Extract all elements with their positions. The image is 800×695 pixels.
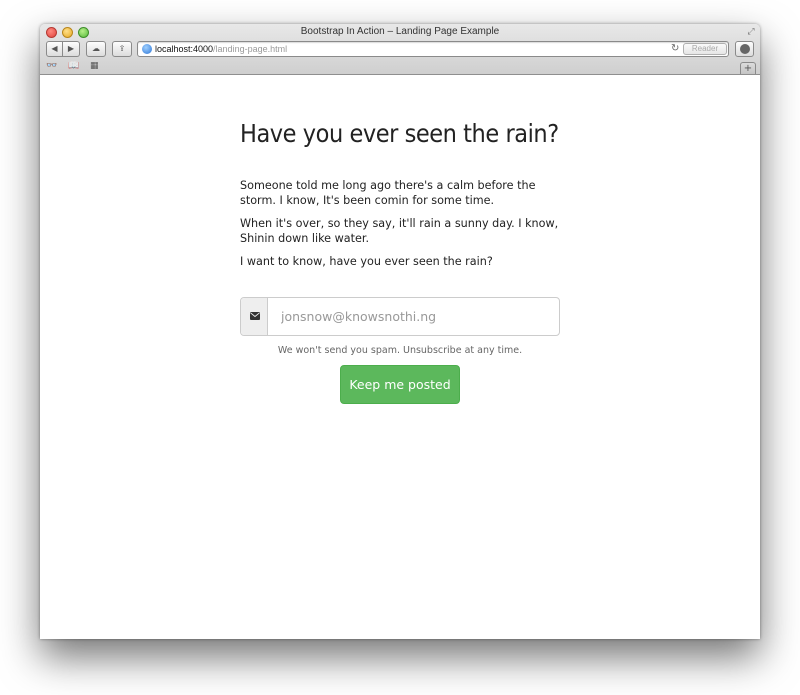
address-text[interactable]: localhost:4000/landing-page.html	[155, 43, 287, 55]
icloud-tabs-button[interactable]: ☁	[86, 41, 106, 57]
reading-list-icon[interactable]: 👓	[46, 60, 57, 72]
download-icon	[739, 44, 750, 54]
browser-toolbar: ◀ ▶ ☁ ⇪ localhost:4000/landing-page.html…	[40, 41, 760, 60]
email-input[interactable]	[269, 298, 559, 335]
reader-button[interactable]: Reader	[683, 43, 727, 55]
new-tab-icon[interactable]: +	[740, 62, 756, 74]
cloud-icon: ☁	[92, 44, 100, 53]
top-sites-icon[interactable]: ▦	[90, 60, 99, 72]
bookmarks-icon[interactable]: 📖	[68, 60, 79, 72]
browser-window: Bootstrap In Action – Landing Page Examp…	[40, 24, 760, 639]
fullscreen-icon[interactable]: ⤢	[746, 27, 756, 37]
downloads-button[interactable]	[735, 41, 754, 57]
address-bar[interactable]: localhost:4000/landing-page.html ↻ Reade…	[137, 41, 729, 57]
email-addon	[241, 298, 268, 335]
forward-arrow-icon: ▶	[67, 44, 75, 53]
url-path: /landing-page.html	[213, 44, 288, 54]
lyric-paragraph-1: Someone told me long ago there's a calm …	[240, 179, 536, 207]
email-input-group	[240, 297, 560, 336]
window-title: Bootstrap In Action – Landing Page Examp…	[300, 26, 500, 37]
back-button[interactable]: ◀	[46, 41, 63, 57]
lyric-paragraph-2: When it's over, so they say, it'll rain …	[240, 217, 559, 245]
title-bar: Bootstrap In Action – Landing Page Examp…	[40, 24, 760, 41]
bookmarks-bar: 👓 📖 ▦ +	[40, 60, 760, 74]
share-button[interactable]: ⇪	[112, 41, 132, 57]
browser-chrome: Bootstrap In Action – Landing Page Examp…	[40, 24, 760, 75]
reload-icon[interactable]: ↻	[671, 42, 679, 56]
url-host: localhost:4000	[155, 44, 214, 54]
spam-help-text: We won't send you spam. Unsubscribe at a…	[277, 345, 523, 356]
back-arrow-icon: ◀	[51, 44, 58, 53]
keep-me-posted-button[interactable]: Keep me posted	[340, 365, 460, 404]
envelope-icon	[250, 312, 260, 320]
lyric-paragraph-3: I want to know, have you ever seen the r…	[240, 255, 493, 268]
forward-button[interactable]: ▶	[63, 41, 80, 57]
page-content: Have you ever seen the rain? Someone tol…	[40, 75, 760, 639]
page-headline: Have you ever seen the rain?	[240, 119, 559, 148]
globe-icon	[142, 44, 152, 54]
share-icon: ⇪	[118, 44, 126, 53]
